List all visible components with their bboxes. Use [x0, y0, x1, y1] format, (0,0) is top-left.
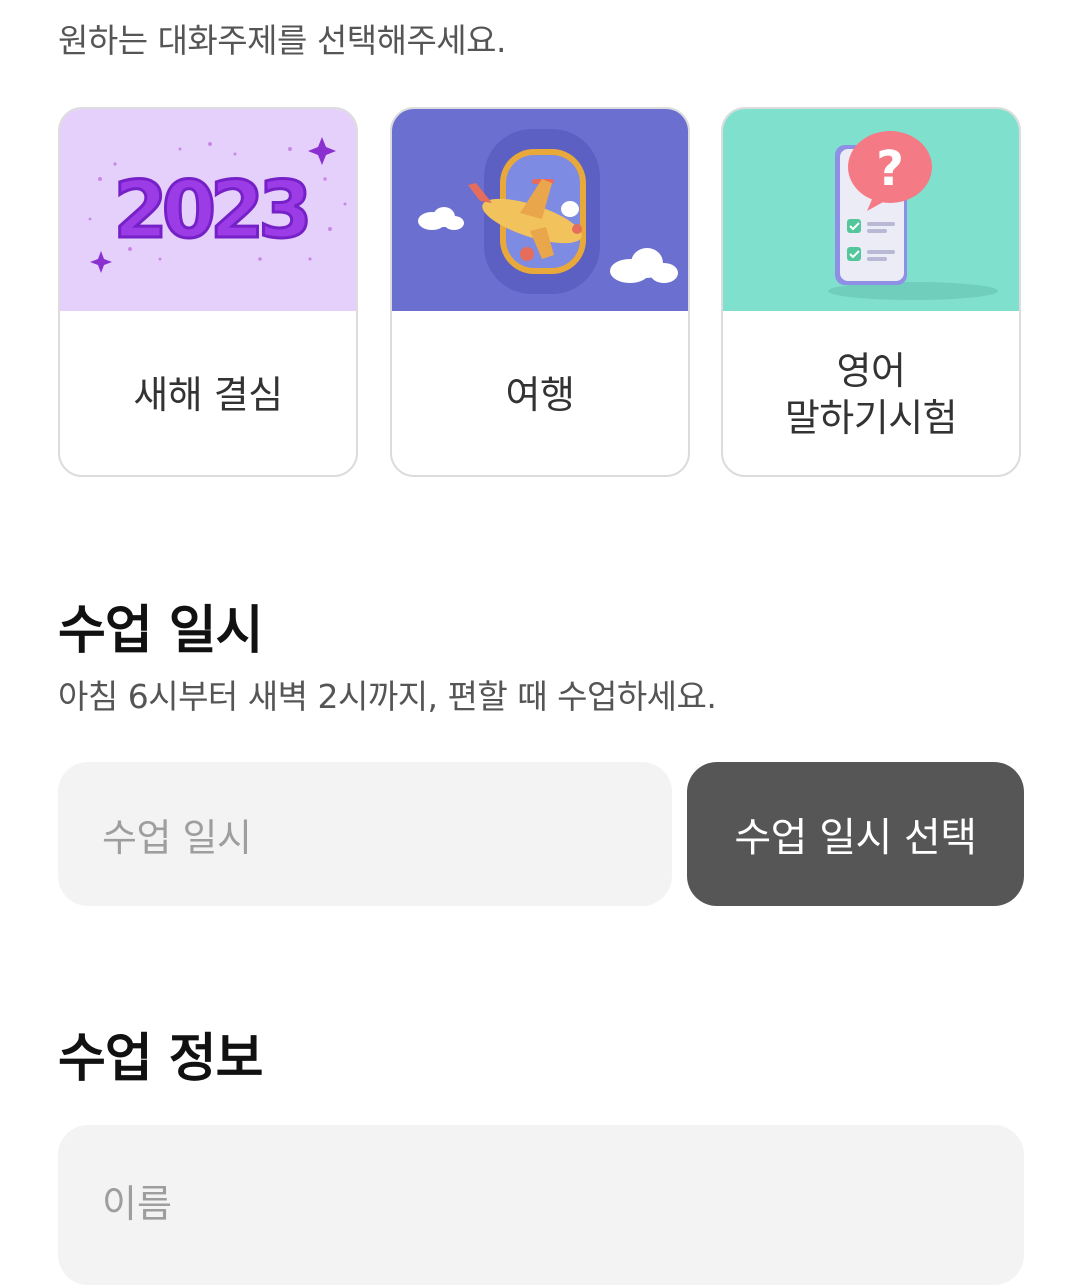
travel-thumbnail	[392, 109, 688, 311]
new-year-thumbnail: 2023	[60, 109, 356, 311]
speaking-test-thumbnail: ?	[723, 109, 1019, 311]
topic-card-label: 새해 결심	[133, 372, 283, 417]
schedule-title: 수업 일시	[58, 601, 263, 661]
topic-cards: 2023 새해 결심 여행 ? 영어 말하기시험	[58, 107, 1024, 479]
name-field[interactable]: 이름	[58, 1125, 1024, 1285]
topic-card-new-year[interactable]: 2023 새해 결심	[58, 107, 358, 477]
topic-card-travel[interactable]: 여행	[390, 107, 690, 477]
airplane-window-icon	[418, 129, 678, 294]
topic-card-speaking-test[interactable]: ? 영어 말하기시험	[721, 107, 1021, 477]
schedule-date-field[interactable]: 수업 일시	[58, 762, 672, 906]
select-schedule-button[interactable]: 수업 일시 선택	[687, 762, 1024, 906]
schedule-subtitle: 아침 6시부터 새벽 2시까지, 편할 때 수업하세요.	[58, 677, 717, 716]
topic-hint: 원하는 대화주제를 선택해주세요.	[58, 21, 507, 60]
info-title: 수업 정보	[58, 1029, 263, 1089]
topic-card-label: 여행	[505, 372, 575, 417]
svg-text:?: ?	[876, 141, 904, 197]
balloon-2023-text: 2023	[113, 166, 307, 256]
checklist-phone-icon: ?	[828, 131, 998, 300]
topic-card-label: 영어 말하기시험	[784, 349, 958, 440]
balloon-2023-icon: 2023	[88, 137, 347, 273]
